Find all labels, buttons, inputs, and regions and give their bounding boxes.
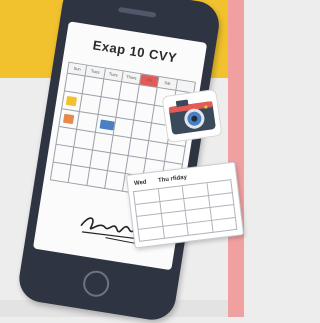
- table-cell: [211, 217, 238, 233]
- table-header-cell: Thu rfiday: [157, 174, 188, 185]
- event-marker-yellow: [65, 95, 78, 107]
- phone-speaker: [117, 6, 157, 18]
- home-button[interactable]: [81, 268, 112, 299]
- table-card-grid: [132, 179, 238, 242]
- table-card: Wed Thu rfiday: [125, 161, 245, 249]
- table-cell: [187, 220, 214, 236]
- event-marker-blue: [99, 119, 115, 131]
- event-marker-orange: [62, 113, 75, 125]
- camera-icon: [162, 89, 222, 143]
- table-cell: [162, 223, 189, 239]
- table-cell: [138, 226, 165, 242]
- table-header-cell: Wed: [133, 179, 147, 188]
- background-pink-stripe: [228, 0, 244, 317]
